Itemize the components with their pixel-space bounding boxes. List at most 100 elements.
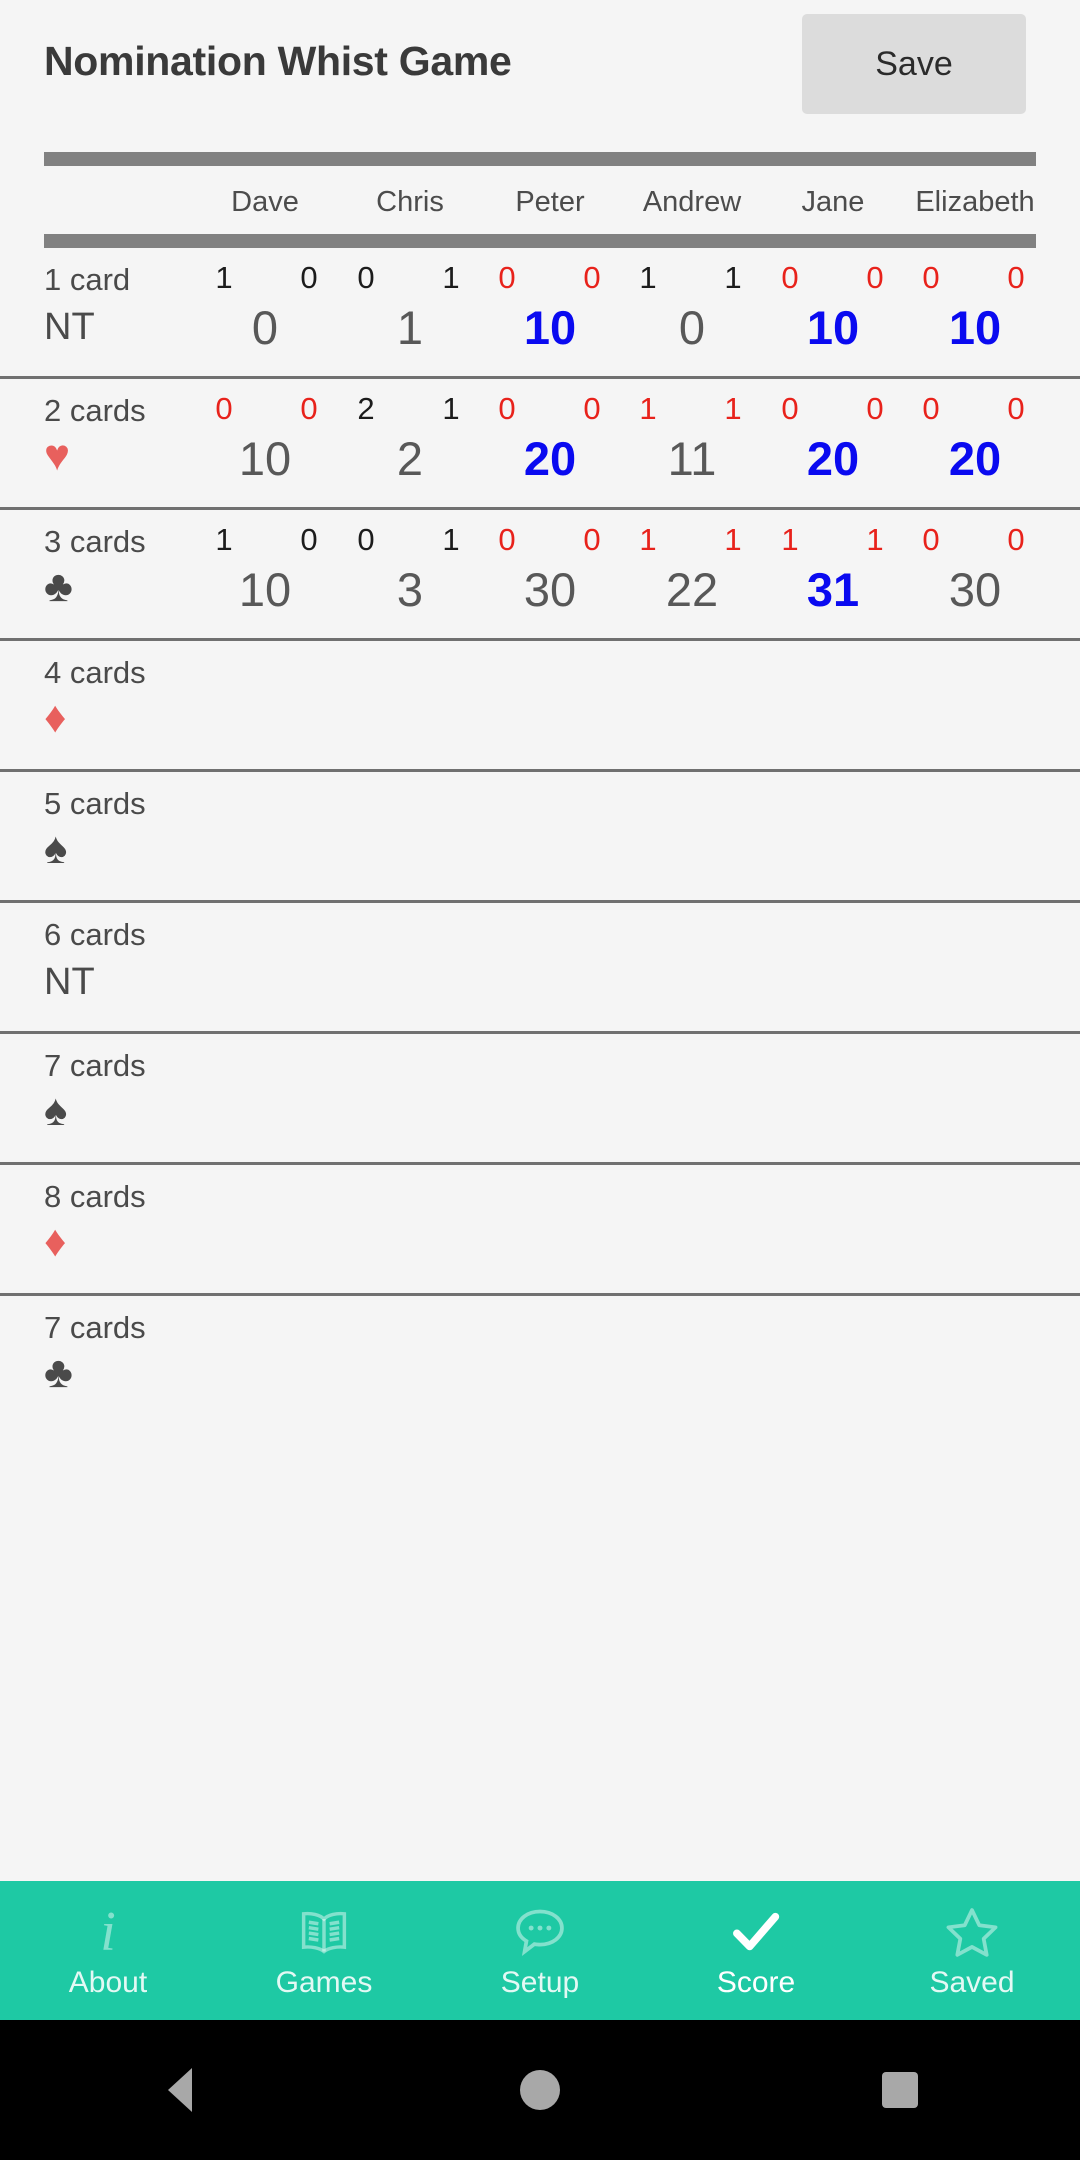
tab-label: Setup [500, 1965, 580, 1999]
back-button[interactable] [120, 2040, 240, 2140]
bid-value: 1 [215, 522, 233, 557]
tab-label: Score [716, 1965, 796, 1999]
round-label: 4 cards [44, 655, 146, 690]
bid-value: 1 [215, 260, 233, 295]
back-triangle-icon [168, 2068, 192, 2112]
info-icon: i [100, 1900, 116, 1963]
round-label: 5 cards [44, 786, 146, 821]
score-table: 1 card NT 1 0 0 0 1 1 0 0 10 1 1 0 0 0 10 0 0 10 2 cards ♥ 0 0 1… [0, 248, 1080, 1427]
suit-spades-icon: ♠ [44, 824, 68, 873]
tricks-value: 0 [300, 391, 318, 426]
round-row[interactable]: 7 cards ♣ [0, 1296, 1080, 1427]
round-label: 2 cards [44, 393, 146, 428]
tricks-value: 1 [442, 522, 460, 557]
tab-games[interactable]: Games [216, 1881, 432, 2020]
tricks-value: 0 [1007, 522, 1025, 557]
round-inner: 4 cards ♦ [44, 641, 1036, 769]
tricks-value: 0 [300, 260, 318, 295]
system-navigation-bar [0, 2020, 1080, 2160]
tab-saved[interactable]: Saved [864, 1881, 1080, 2020]
suit-diamonds-icon: ♦ [44, 1217, 67, 1266]
suit-no-trumps-icon: NT [44, 306, 95, 348]
bid-value: 0 [922, 391, 940, 426]
round-row[interactable]: 2 cards ♥ 0 0 10 2 1 2 0 0 20 1 1 11 0 0 20 0 0 20 [0, 379, 1080, 510]
bid-value: 0 [498, 522, 516, 557]
recents-button[interactable] [840, 2040, 960, 2140]
round-inner: 8 cards ♦ [44, 1165, 1036, 1293]
bid-value: 0 [781, 391, 799, 426]
round-row[interactable]: 3 cards ♣ 1 0 10 0 1 3 0 0 30 1 1 22 1 1 31 0 0 30 [0, 510, 1080, 641]
total-score: 20 [948, 432, 1002, 485]
round-label: 7 cards [44, 1048, 146, 1083]
tricks-value: 1 [442, 391, 460, 426]
round-row[interactable]: 8 cards ♦ [0, 1165, 1080, 1296]
round-label: 3 cards [44, 524, 146, 559]
round-inner: 1 card NT 1 0 0 0 1 1 0 0 10 1 1 0 0 0 10 0 0 10 [44, 248, 1036, 376]
round-row[interactable]: 7 cards ♠ [0, 1034, 1080, 1165]
round-row[interactable]: 6 cards NT [0, 903, 1080, 1034]
bid-value: 0 [498, 391, 516, 426]
recents-square-icon [882, 2072, 918, 2108]
save-button[interactable]: Save [802, 14, 1026, 114]
round-label: 6 cards [44, 917, 146, 952]
tricks-value: 1 [866, 522, 884, 557]
tab-label: Games [275, 1965, 373, 1999]
title-bar: Nomination Whist Game Save [0, 0, 1080, 130]
check-icon [726, 1902, 786, 1962]
round-label: 8 cards [44, 1179, 146, 1214]
suit-clubs-icon: ♣ [44, 1348, 73, 1397]
tricks-value: 1 [724, 522, 742, 557]
round-inner: 3 cards ♣ 1 0 10 0 1 3 0 0 30 1 1 22 1 1 31 0 0 30 [44, 510, 1036, 638]
tab-label: Saved [929, 1965, 1015, 1999]
bid-value: 1 [781, 522, 799, 557]
round-label: 1 card [44, 262, 131, 297]
round-row[interactable]: 5 cards ♠ [0, 772, 1080, 903]
tricks-value: 0 [583, 260, 601, 295]
bid-value: 0 [357, 260, 375, 295]
header-rule-bottom [44, 234, 1036, 248]
round-inner: 5 cards ♠ [44, 772, 1036, 900]
page-title: Nomination Whist Game [44, 38, 512, 84]
bottom-tab-bar: i About Games Setup Score Saved [0, 1881, 1080, 2020]
bid-value: 0 [215, 391, 233, 426]
tab-label: About [68, 1965, 148, 1999]
star-icon [943, 1902, 1001, 1962]
tab-setup[interactable]: Setup [432, 1881, 648, 2020]
bid-value: 0 [922, 522, 940, 557]
suit-hearts-icon: ♥ [44, 431, 71, 480]
round-inner: 2 cards ♥ 0 0 10 2 1 2 0 0 20 1 1 11 0 0 20 0 0 20 [44, 379, 1036, 507]
tricks-value: 1 [724, 391, 742, 426]
home-circle-icon [520, 2070, 560, 2110]
bid-value: 0 [922, 260, 940, 295]
round-row[interactable]: 4 cards ♦ [0, 641, 1080, 772]
tricks-value: 0 [866, 391, 884, 426]
round-inner: 6 cards NT [44, 903, 1036, 1031]
tricks-value: 0 [583, 522, 601, 557]
home-button[interactable] [480, 2040, 600, 2140]
suit-diamonds-icon: ♦ [44, 693, 67, 742]
round-inner: 7 cards ♠ [44, 1034, 1036, 1162]
app-root: Nomination Whist Game Save Dave Chris Pete… [0, 0, 1080, 2160]
book-icon [296, 1902, 352, 1962]
tricks-value: 1 [724, 260, 742, 295]
tricks-value: 0 [1007, 260, 1025, 295]
suit-clubs-icon: ♣ [44, 562, 73, 611]
round-inner: 7 cards ♣ [44, 1296, 1036, 1427]
tricks-value: 1 [442, 260, 460, 295]
tab-score[interactable]: Score [648, 1881, 864, 2020]
round-row[interactable]: 1 card NT 1 0 0 0 1 1 0 0 10 1 1 0 0 0 10 0 0 10 [0, 248, 1080, 379]
tab-about[interactable]: i About [0, 1881, 216, 2020]
bid-value: 1 [639, 260, 657, 295]
header-rule-top [44, 152, 1036, 166]
player-header-row: Dave Chris Peter Andrew Jane Elizabeth [0, 186, 1080, 230]
total-score: 10 [948, 301, 1002, 354]
tricks-value: 0 [866, 260, 884, 295]
bid-value: 1 [639, 522, 657, 557]
total-score: 30 [948, 563, 1002, 616]
suit-no-trumps-icon: NT [44, 961, 95, 1003]
tricks-value: 0 [300, 522, 318, 557]
tricks-value: 0 [1007, 391, 1025, 426]
bid-value: 0 [781, 260, 799, 295]
bid-value: 0 [498, 260, 516, 295]
tricks-value: 0 [583, 391, 601, 426]
